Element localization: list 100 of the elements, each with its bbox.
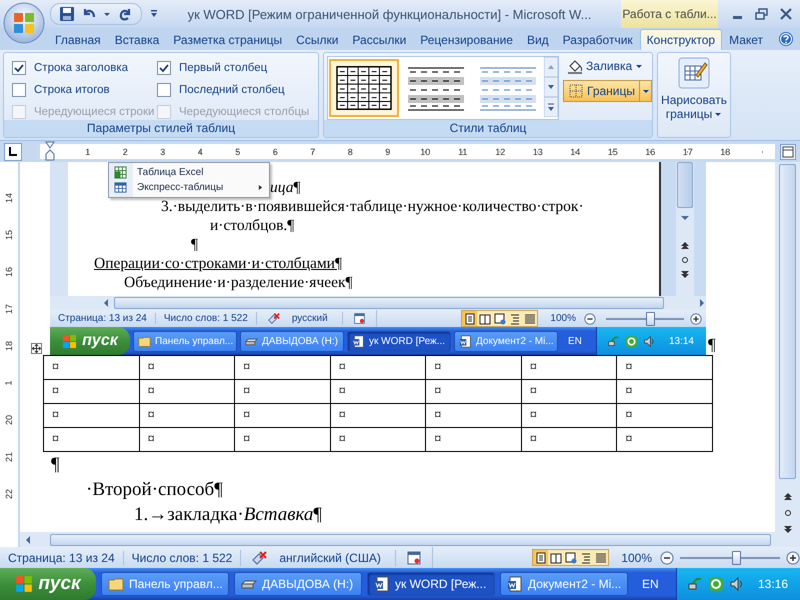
ruler-number: 22 [4,488,14,498]
clock: 13:14 [668,336,694,346]
text-line: ·Второй·способ¶ [86,478,223,502]
clock: 13:16 [758,577,788,591]
ribbon-tab[interactable]: Вид [520,29,556,50]
zoom-level[interactable]: 100% [609,550,660,564]
ruler-number: 2 [122,146,129,156]
cell-end-mark: ¤ [148,384,155,398]
ribbon-tab[interactable]: Рецензирование [413,29,520,50]
cell-end-mark: ¤ [625,432,632,446]
cell-end-mark: ¤ [52,360,59,374]
ribbon-tab[interactable]: Разработчик [556,29,640,50]
ruler-number: 17 [682,146,694,156]
ribbon-tab[interactable]: Конструктор [640,29,722,50]
taskbar-button[interactable]: Документ2 - Mi... [500,572,628,596]
ruler-number: 9 [384,146,392,156]
language-indicator[interactable]: английский (США) [277,550,395,564]
cell-end-mark: ¤ [243,360,250,374]
ruler-number: 18 [719,146,732,156]
ruler-number: 15 [606,146,619,156]
language-indicator[interactable]: русский [290,313,342,324]
ruler-number: 1 [84,146,92,156]
start-button[interactable]: пуск [50,327,130,355]
cell-end-mark: ¤ [338,432,346,446]
start-button[interactable]: пуск [0,568,96,600]
cell-end-mark: ¤ [625,384,632,398]
checkbox-label: Последний столбец [179,84,285,96]
ruler-number: 17 [4,304,14,314]
ruler-number: 6 [272,146,279,156]
ruler-number: 15 [4,230,14,240]
zoom-level[interactable]: 100% [538,313,584,324]
checkbox-label: Чередующиеся строки [34,106,154,118]
borders-button[interactable]: Границы [563,80,640,102]
checkbox-label: Строка итогов [34,84,110,96]
ruler-number: 16 [4,266,14,276]
ruler-number: 20 [4,414,14,424]
cell-end-mark: ¤ [338,360,346,374]
checkbox-label: Первый столбец [179,62,268,74]
cell-end-mark: ¤ [243,408,250,422]
word-count[interactable]: Число слов: 1 522 [154,313,256,324]
paragraph-mark: ¶ [708,335,716,355]
page-count[interactable]: Страница: 13 из 24 [0,550,123,564]
shading-button[interactable]: Заливка [563,56,652,76]
cell-end-mark: ¤ [338,408,346,422]
taskbar-button[interactable]: Панель управл... [133,330,237,352]
cell-end-mark: ¤ [530,408,537,422]
cell-end-mark: ¤ [52,384,59,398]
ribbon-tab[interactable]: Ссылки [289,29,346,50]
cell-end-mark: ¤ [243,432,250,446]
ruler-number: 16 [644,146,656,156]
context-tab-title: Работа с табли... [621,0,718,28]
cell-end-mark: ¤ [148,360,155,374]
ribbon-tab[interactable]: Макет [722,29,770,50]
cell-end-mark: ¤ [530,360,537,374]
group-label: Стили таблиц [324,120,652,137]
language-indicator[interactable]: EN [628,577,671,591]
taskbar-button[interactable]: Панель управл... [101,572,229,596]
cell-end-mark: ¤ [52,432,59,446]
checkbox-label: Чередующиеся столбцы [179,106,310,118]
checkbox-label: Строка заголовка [34,62,128,74]
ruler-number: 4 [196,146,204,156]
ruler-number: 13 [532,146,544,156]
ribbon-tab[interactable]: Вставка [108,29,166,50]
language-indicator[interactable]: EN [558,336,592,346]
ruler-number: 21 [4,452,14,462]
ruler-number: 5 [234,146,242,156]
taskbar-button[interactable]: ДАВЫДОВА (H:) [240,330,344,352]
taskbar-button[interactable]: ДАВЫДОВА (H:) [234,572,362,596]
taskbar-button[interactable]: ук WORD [Реж... [347,330,451,352]
ruler-number: 3 [159,146,166,156]
text-line: Объединение·и·разделение·ячеек¶ [124,273,353,292]
taskbar-button[interactable]: ук WORD [Реж... [367,572,495,596]
taskbar-button[interactable]: Документ2 - Mi... [454,330,558,352]
window-title: ук WORD [Режим ограниченной функциональности] - Microsoft W... [186,6,592,22]
ruler-number: 10 [419,146,432,156]
menu-item[interactable]: Таблица Excel [109,165,269,180]
text-line: Операции·со·строками·и·столбцами¶ [94,254,342,273]
menu-item[interactable]: Экспресс-таблицы [109,180,269,195]
cell-end-mark: ¤ [434,432,442,446]
text-line: ¶ [191,235,198,254]
cell-end-mark: ¤ [243,384,250,398]
cell-end-mark: ¤ [530,384,537,398]
ruler-number: 12 [494,146,506,156]
cell-end-mark: ¤ [625,360,632,374]
word-count[interactable]: Число слов: 1 522 [122,550,240,564]
text-line: и·столбцов.¶ [210,216,294,235]
cell-end-mark: ¤ [434,384,442,398]
ribbon-tab[interactable]: Рассылки [345,29,414,50]
cell-end-mark: ¤ [530,432,537,446]
ruler-number: 1 [4,380,14,385]
ribbon-tab[interactable]: Главная [48,29,108,50]
ruler-number: 7 [309,146,316,156]
cell-end-mark: ¤ [52,408,59,422]
ribbon-tab[interactable]: Разметка страницы [166,29,290,50]
page-count[interactable]: Страница: 13 из 24 [50,313,155,324]
cell-end-mark: ¤ [338,384,346,398]
ruler-number: 14 [569,146,582,156]
draw-borders-button[interactable]: Нарисовать границы [658,53,730,125]
text-line: ица¶ [270,178,300,197]
cell-end-mark: ¤ [434,408,442,422]
